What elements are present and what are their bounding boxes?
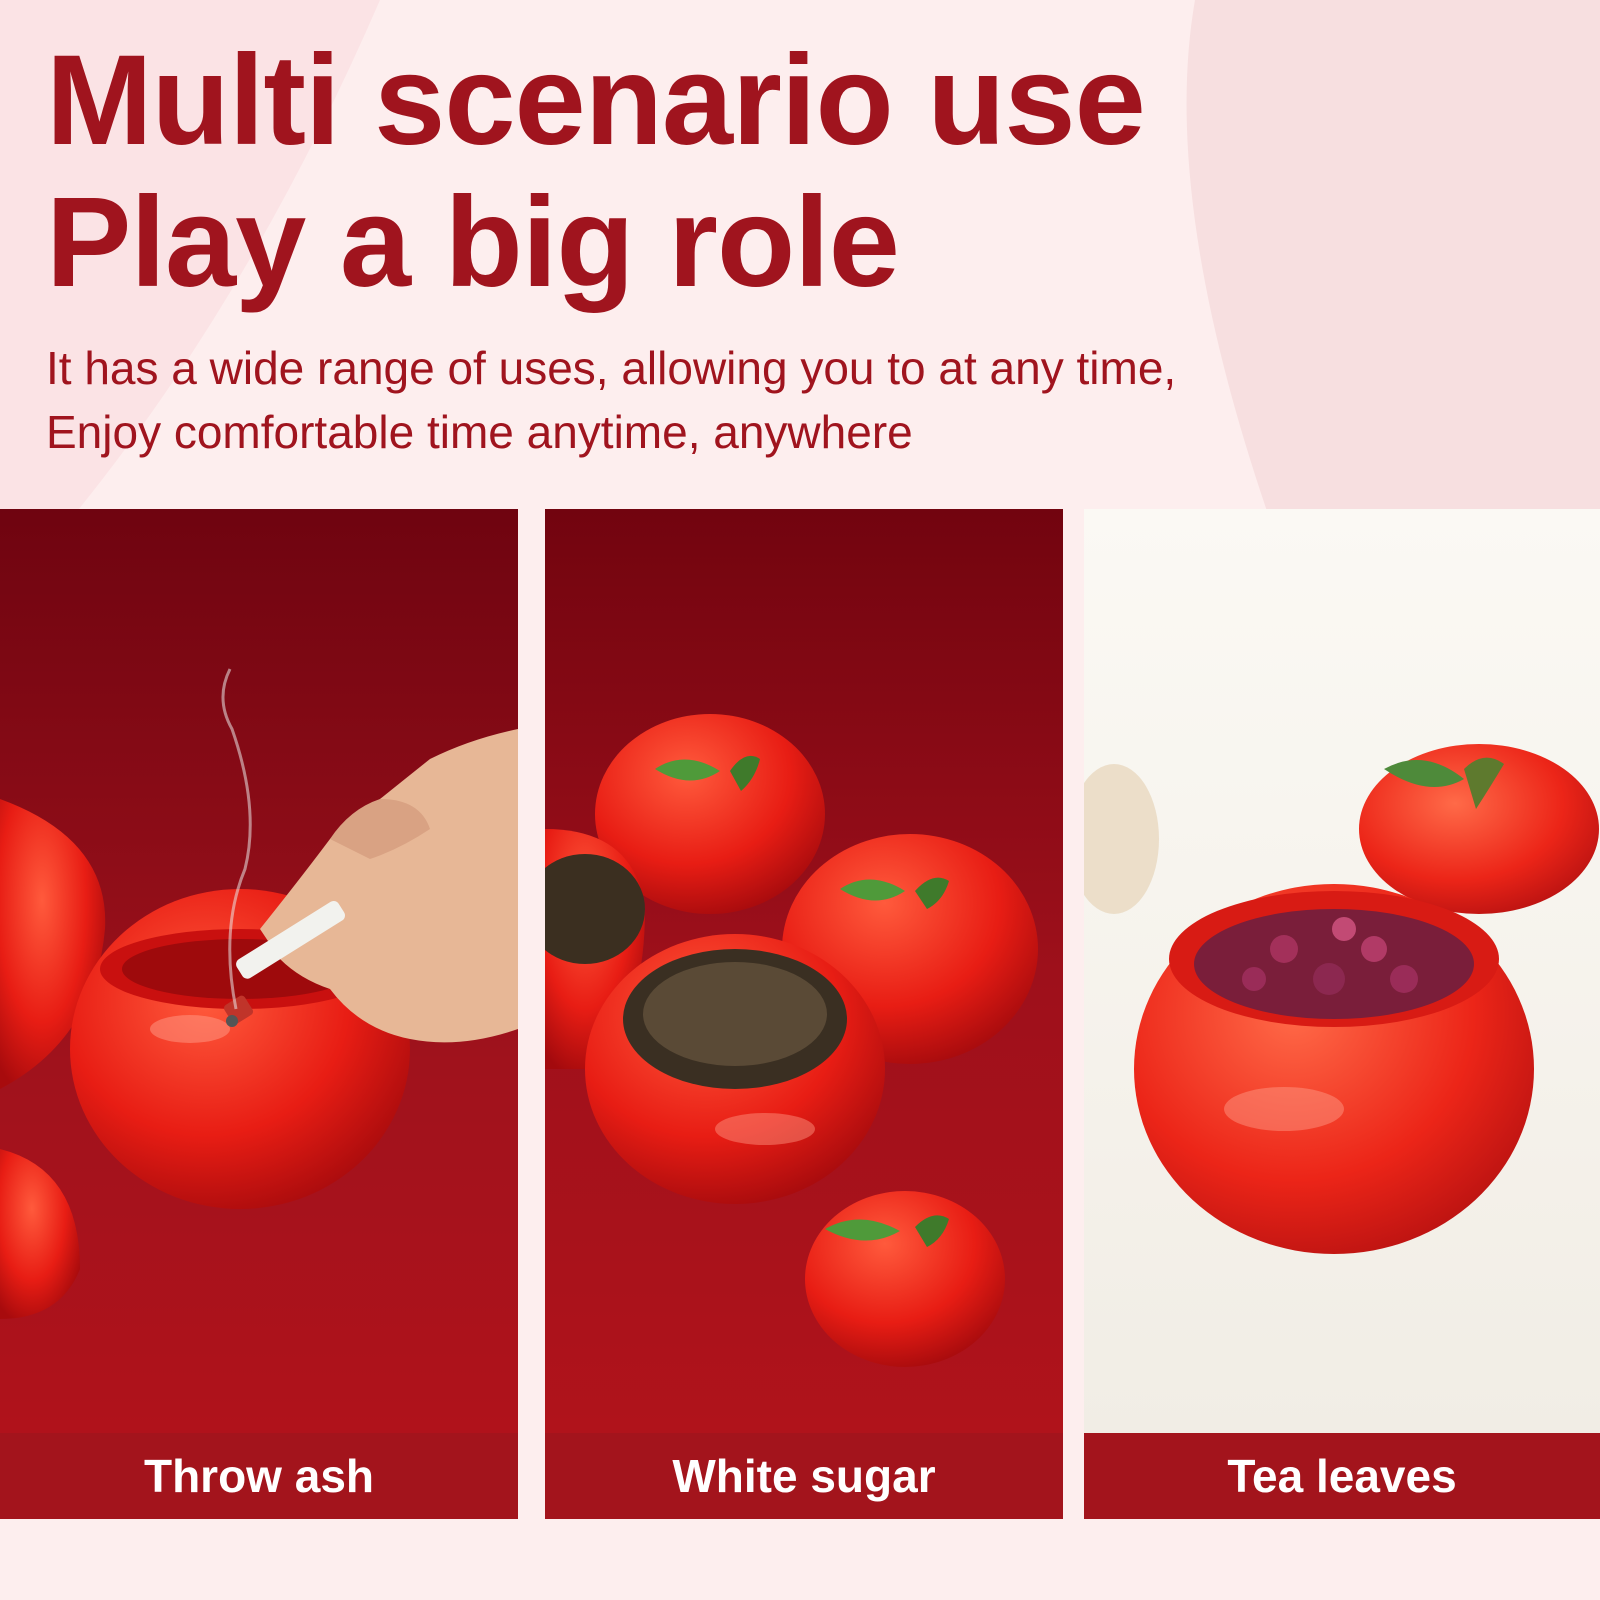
title-line-1: Multi scenario use <box>46 29 1146 172</box>
scenario-panel-tea-leaves: Tea leaves <box>1084 509 1600 1519</box>
caption-bar: Tea leaves <box>1084 1433 1600 1519</box>
caption-throw-ash: Throw ash <box>143 1450 375 1502</box>
caption-tea-leaves: Tea leaves <box>1227 1450 1457 1502</box>
subtitle-line-2: Enjoy comfortable time anytime, anywhere <box>46 406 913 458</box>
scenario-panel-throw-ash: Throw ash <box>0 509 518 1519</box>
scenario-panel-white-sugar: White sugar <box>545 509 1063 1519</box>
caption-bar: White sugar <box>545 1433 1063 1519</box>
sunflower-seed-jars-photo <box>545 509 1063 1433</box>
caption-bar: Throw ash <box>0 1433 518 1519</box>
subtitle: It has a wide range of uses, allowing yo… <box>46 336 1566 464</box>
header: Multi scenario use Play a big role It ha… <box>46 30 1566 464</box>
caption-white-sugar: White sugar <box>672 1450 936 1502</box>
ashtray-photo <box>0 509 518 1433</box>
subtitle-line-1: It has a wide range of uses, allowing yo… <box>46 342 1177 394</box>
title-line-2: Play a big role <box>46 171 900 314</box>
rose-tea-jar-photo <box>1084 509 1600 1433</box>
